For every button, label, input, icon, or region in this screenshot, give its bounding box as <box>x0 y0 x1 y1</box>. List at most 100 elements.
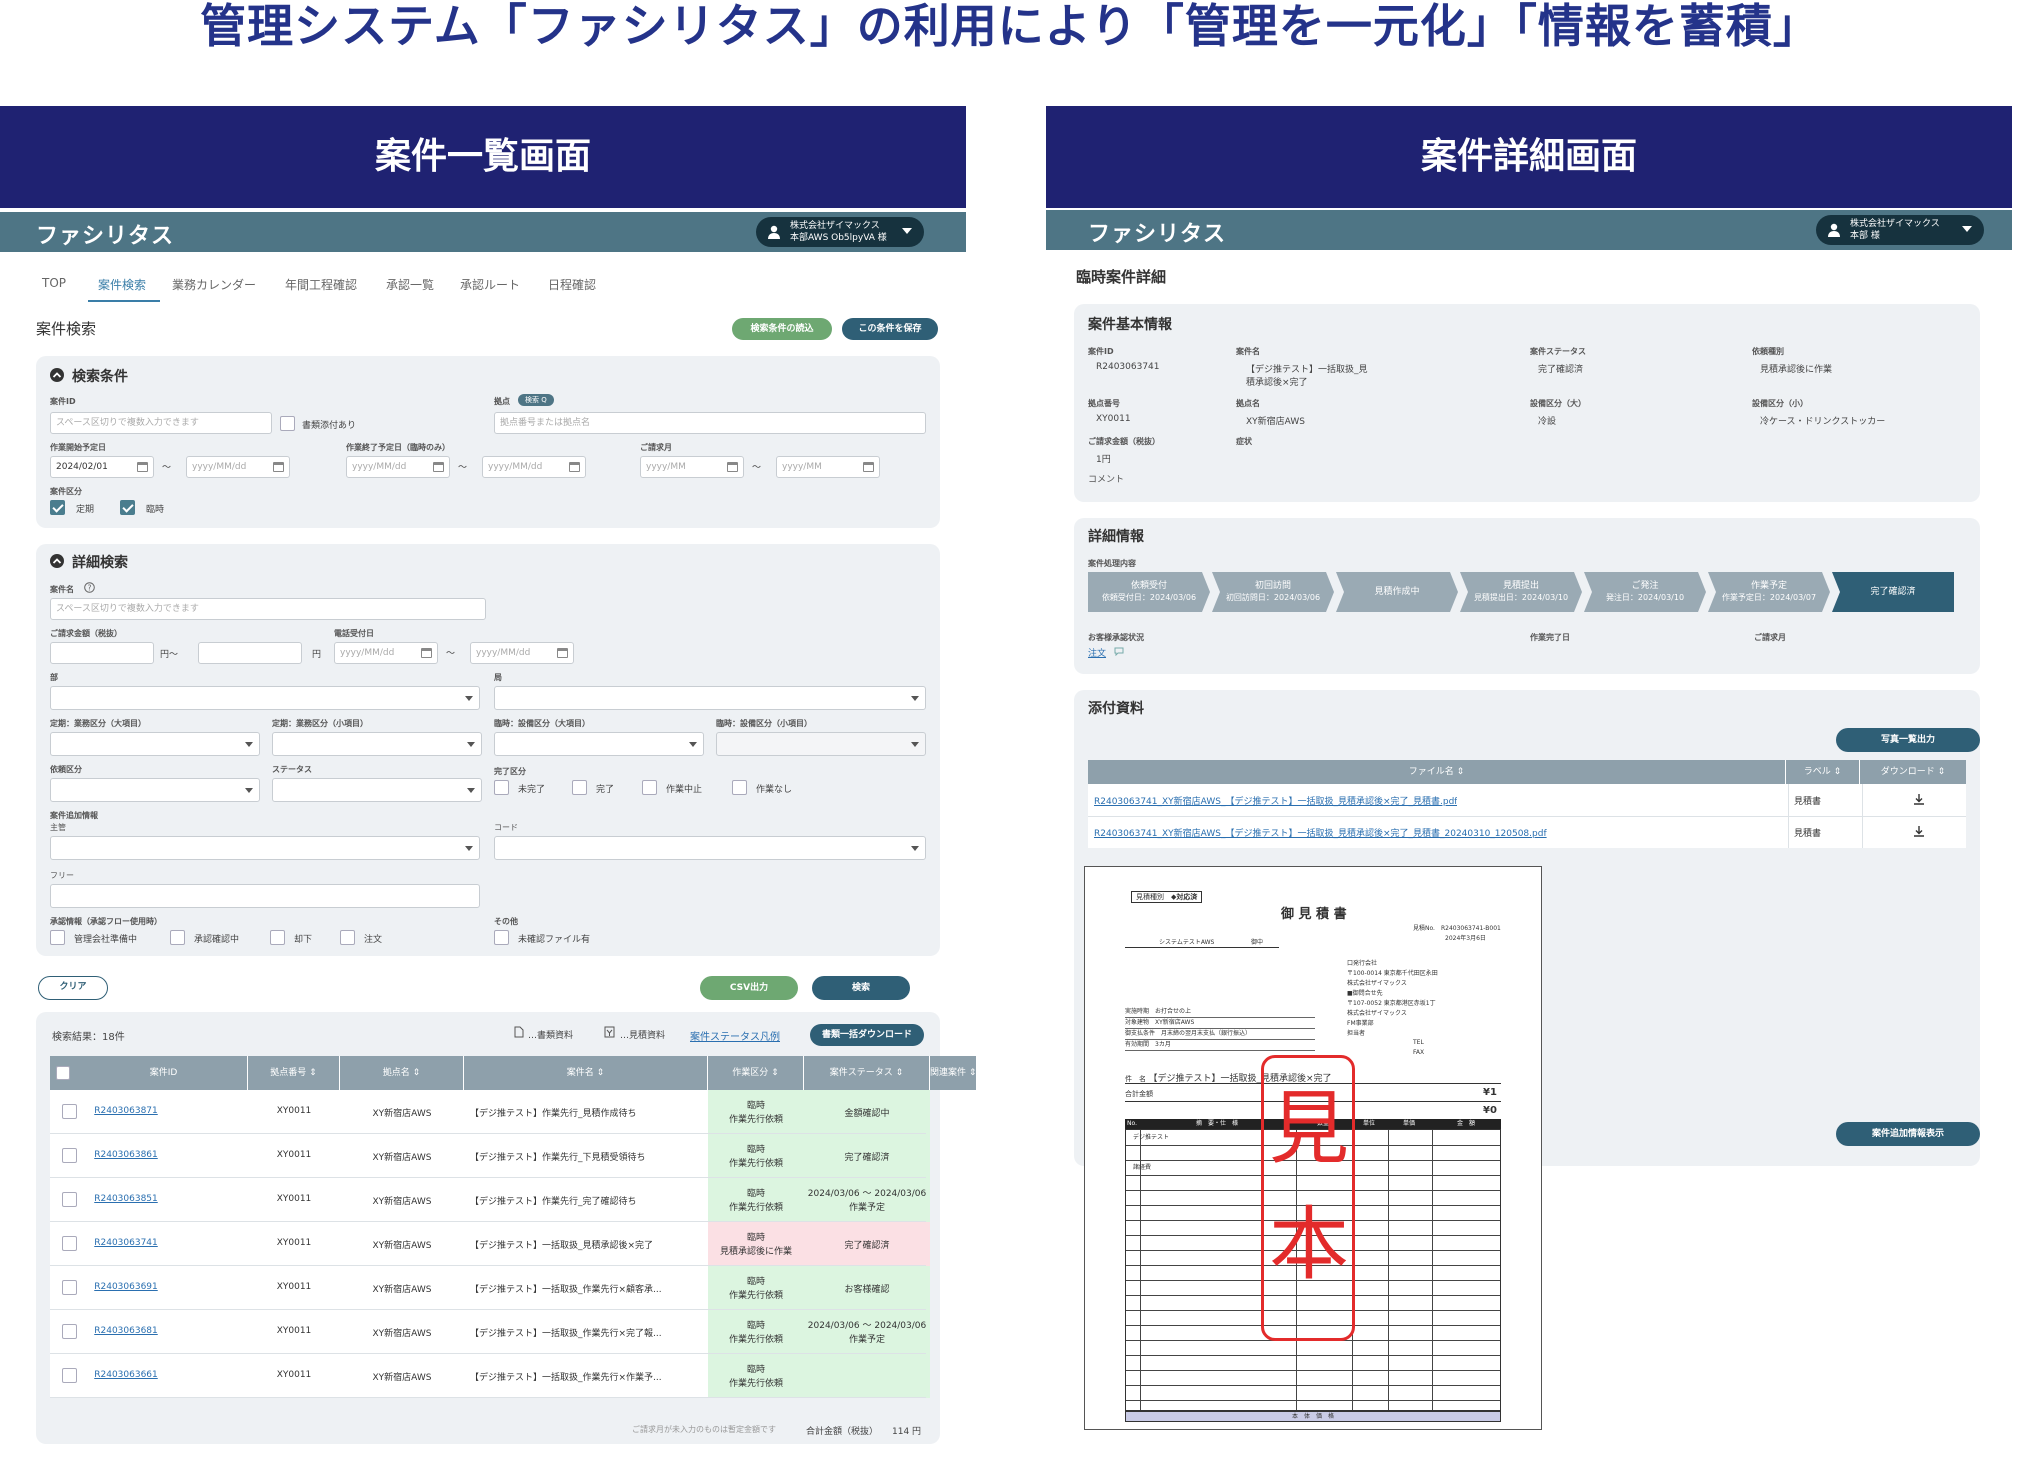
row-checkbox[interactable] <box>62 1368 77 1383</box>
row-checkbox[interactable] <box>62 1324 77 1339</box>
col-header[interactable]: 拠点名 ⇕ <box>340 1056 464 1090</box>
col-download[interactable]: ダウンロード <box>1881 767 1935 777</box>
col-header[interactable]: 作業区分 ⇕ <box>708 1056 804 1090</box>
row-checkbox[interactable] <box>62 1280 77 1295</box>
issuer-line: 株式会社ザイマックス <box>1347 1010 1407 1017</box>
amount-to-input[interactable] <box>198 642 302 664</box>
start-date-from[interactable]: 2024/02/01 <box>50 456 154 478</box>
done-incomplete-checkbox[interactable] <box>494 780 509 795</box>
approve-order-checkbox[interactable] <box>340 930 355 945</box>
download-icon[interactable] <box>1912 824 1926 838</box>
done-stopped-checkbox[interactable] <box>642 780 657 795</box>
t-small-select[interactable] <box>272 732 482 756</box>
more-info-button[interactable]: 案件追加情報表示 <box>1836 1122 1980 1146</box>
csv-export-button[interactable]: CSV出力 <box>700 976 798 1000</box>
case-id-link[interactable]: R2403063661 <box>78 1370 174 1380</box>
site-input[interactable]: 拠点番号または拠点名 <box>494 412 926 434</box>
r-small-select[interactable] <box>716 732 926 756</box>
case-id-link[interactable]: R2403063741 <box>78 1238 174 1248</box>
load-conditions-button[interactable]: 検索条件の読込 <box>732 318 832 340</box>
case-name: 【デジ推テスト】作業先行_下見積受領待ち <box>470 1153 646 1163</box>
free-input[interactable] <box>50 884 480 908</box>
kind-regular-checkbox[interactable] <box>50 500 65 515</box>
tab-approval-route[interactable]: 承認ルート <box>460 276 520 293</box>
quote-total: ¥1 <box>1483 1087 1497 1098</box>
collapse-icon[interactable] <box>50 554 64 568</box>
quote-no: 見積No. R2403063741-B001 <box>1413 925 1501 932</box>
owner-select[interactable] <box>50 836 480 860</box>
col-label[interactable]: ラベル <box>1804 767 1831 777</box>
col-header[interactable]: 関連案件 ⇕ <box>930 1056 978 1090</box>
search-button[interactable]: 検索 <box>812 976 910 1000</box>
tel-date-from[interactable]: yyyy/MM/dd <box>334 642 438 664</box>
start-date-to[interactable]: yyyy/MM/dd <box>186 456 290 478</box>
req-kind-select[interactable] <box>50 778 260 802</box>
case-name-input[interactable]: スペース区切りで複数入力できます <box>50 598 486 620</box>
file-link[interactable]: R2403063741_XY新宿店AWS_【デジ推テスト】一括取扱_見積承認後×… <box>1094 794 1457 807</box>
file-link[interactable]: R2403063741_XY新宿店AWS_【デジ推テスト】一括取扱_見積承認後×… <box>1094 826 1547 839</box>
done-complete-checkbox[interactable] <box>572 780 587 795</box>
amount-from-input[interactable] <box>50 642 154 664</box>
col-header[interactable]: 拠点番号 ⇕ <box>248 1056 340 1090</box>
site-name: XY新宿店AWS <box>372 1373 432 1383</box>
tab-top[interactable]: TOP <box>42 276 66 290</box>
kind-temporary-checkbox[interactable] <box>120 500 135 515</box>
range-tilde: 〜 <box>446 649 456 659</box>
approve-prep-checkbox[interactable] <box>50 930 65 945</box>
bill-month-to[interactable]: yyyy/MM <box>776 456 880 478</box>
bulk-download-button[interactable]: 書類一括ダウンロード <box>810 1024 924 1046</box>
done-none-checkbox[interactable] <box>732 780 747 795</box>
tab-schedule[interactable]: 日程確認 <box>548 276 596 293</box>
clear-button[interactable]: クリア <box>38 976 108 1000</box>
code-select[interactable] <box>494 836 926 860</box>
col-header[interactable]: 案件名 ⇕ <box>464 1056 708 1090</box>
col-case-id[interactable]: 案件ID <box>150 1068 178 1078</box>
tab-annual[interactable]: 年間工程確認 <box>285 276 357 293</box>
tab-calendar[interactable]: 業務カレンダー <box>172 276 256 293</box>
site-no-label: 拠点番号 <box>1088 399 1120 408</box>
code-label: コード <box>494 823 518 832</box>
tab-approval-list[interactable]: 承認一覧 <box>386 276 434 293</box>
results-panel: 検索結果：18件 …書類資料 …見積資料 案件ステータス凡例 書類一括ダウンロー… <box>36 1012 978 1444</box>
approve-label: 承認情報（承認フロー使用時） <box>50 917 162 926</box>
unconfirmed-file-checkbox[interactable] <box>494 930 509 945</box>
row-checkbox[interactable] <box>62 1192 77 1207</box>
download-icon[interactable] <box>1912 792 1926 806</box>
yen-from-label: 円〜 <box>160 650 179 660</box>
approve-rejected-checkbox[interactable] <box>270 930 285 945</box>
case-id-link[interactable]: R2403063861 <box>78 1150 174 1160</box>
status-select[interactable] <box>272 778 482 802</box>
r-big-select[interactable] <box>494 732 704 756</box>
t-big-select[interactable] <box>50 732 260 756</box>
help-icon[interactable]: ? <box>84 582 95 593</box>
user-menu[interactable]: 株式会社ザイマックス 本部 様 <box>1816 215 1984 245</box>
end-date-from[interactable]: yyyy/MM/dd <box>346 456 450 478</box>
process-step: 見積提出 見積提出日：2024/03/10 <box>1460 572 1582 612</box>
collapse-icon[interactable] <box>50 368 64 382</box>
photo-list-button[interactable]: 写真一覧出力 <box>1836 728 1980 752</box>
bu-select[interactable] <box>50 686 480 710</box>
user-menu[interactable]: 株式会社ザイマックス 本部AWS Ob5lpyVA 様 <box>756 217 924 247</box>
col-header[interactable]: 案件ステータス ⇕ <box>804 1056 930 1090</box>
tel-date-to[interactable]: yyyy/MM/dd <box>470 642 574 664</box>
col-file-name[interactable]: ファイル名 <box>1409 767 1454 777</box>
ka-select[interactable] <box>494 686 926 710</box>
case-id-link[interactable]: R2403063871 <box>78 1106 174 1116</box>
save-conditions-button[interactable]: この条件を保存 <box>842 318 938 340</box>
row-checkbox[interactable] <box>62 1148 77 1163</box>
case-id-input[interactable]: スペース区切りで複数入力できます <box>50 412 272 434</box>
chevron-down-icon <box>911 696 919 701</box>
case-id-link[interactable]: R2403063691 <box>78 1282 174 1292</box>
end-date-to[interactable]: yyyy/MM/dd <box>482 456 586 478</box>
site-search-badge[interactable]: 検索 Q <box>518 394 554 406</box>
row-checkbox[interactable] <box>62 1236 77 1251</box>
tab-case-search[interactable]: 案件検索 <box>98 276 146 293</box>
row-checkbox[interactable] <box>62 1104 77 1119</box>
approve-checking-checkbox[interactable] <box>170 930 185 945</box>
status-legend-link[interactable]: 案件ステータス凡例 <box>690 1028 780 1043</box>
approve-status-link[interactable]: 注文 <box>1088 646 1106 659</box>
case-id-link[interactable]: R2403063681 <box>78 1326 174 1336</box>
attach-checkbox[interactable] <box>280 416 295 431</box>
case-id-link[interactable]: R2403063851 <box>78 1194 174 1204</box>
bill-month-from[interactable]: yyyy/MM <box>640 456 744 478</box>
